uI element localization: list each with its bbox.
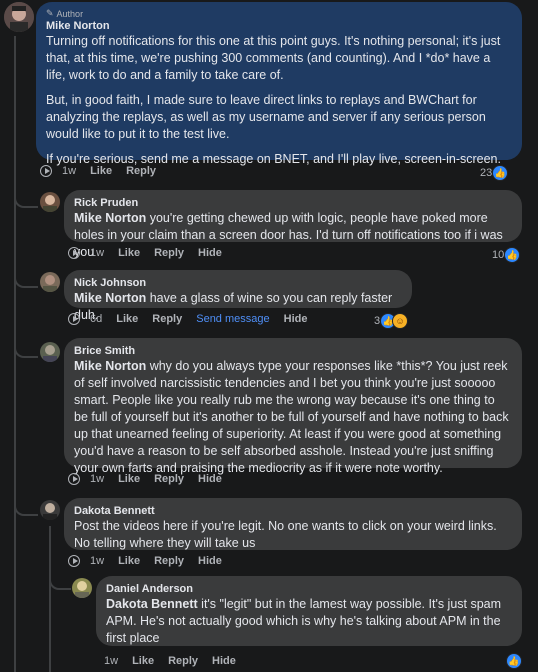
play-icon[interactable] xyxy=(68,555,80,567)
hide-button[interactable]: Hide xyxy=(212,655,236,667)
reply-button[interactable]: Reply xyxy=(154,555,184,567)
avatar[interactable] xyxy=(40,192,60,212)
timestamp[interactable]: 1w xyxy=(90,555,104,567)
thread-branch xyxy=(14,260,38,288)
thread-line-nested xyxy=(49,526,51,672)
comment-actions: 1w Like Reply Hide xyxy=(68,555,236,567)
reply-button[interactable]: Reply xyxy=(126,165,156,177)
comment-bubble: Nick Johnson Mike Norton have a glass of… xyxy=(64,270,412,322)
reaction-count: 23 xyxy=(480,167,493,179)
thread-branch xyxy=(14,330,38,358)
reaction-summary[interactable]: 👍 xyxy=(506,653,522,669)
commenter-name[interactable]: Dakota Bennett xyxy=(74,504,512,518)
reply-button[interactable]: Reply xyxy=(168,655,198,667)
comment-bubble: ✎ Author Mike Norton Turning off notific… xyxy=(36,2,522,166)
comment-text: Post the videos here if you're legit. No… xyxy=(74,519,497,550)
timestamp[interactable]: 6d xyxy=(90,313,102,325)
reply-button[interactable]: Reply xyxy=(154,473,184,485)
timestamp[interactable]: 1w xyxy=(90,247,104,259)
commenter-name[interactable]: Mike Norton xyxy=(46,19,512,33)
hide-button[interactable]: Hide xyxy=(198,555,222,567)
like-button[interactable]: Like xyxy=(118,473,140,485)
commenter-name[interactable]: Daniel Anderson xyxy=(106,582,512,596)
comment-actions: 6d Like Reply Send message Hide xyxy=(68,313,321,325)
mention-link[interactable]: Mike Norton xyxy=(74,211,146,225)
like-button[interactable]: Like xyxy=(90,165,112,177)
reply-button[interactable]: Reply xyxy=(154,247,184,259)
avatar[interactable] xyxy=(40,272,60,292)
like-button[interactable]: Like xyxy=(118,555,140,567)
thread-branch xyxy=(49,570,71,590)
comment-bubble: Brice Smith Mike Norton why do you alway… xyxy=(64,338,522,475)
timestamp[interactable]: 1w xyxy=(90,473,104,485)
hide-button[interactable]: Hide xyxy=(198,247,222,259)
haha-reaction-icon: ☺ xyxy=(392,313,409,329)
hide-button[interactable]: Hide xyxy=(284,313,308,325)
mention-link[interactable]: Mike Norton xyxy=(74,359,146,373)
play-icon[interactable] xyxy=(40,165,52,177)
like-button[interactable]: Like xyxy=(132,655,154,667)
play-icon[interactable] xyxy=(68,247,80,259)
like-button[interactable]: Like xyxy=(118,247,140,259)
comment-bubble: Rick Pruden Mike Norton you're getting c… xyxy=(64,190,522,259)
commenter-name[interactable]: Nick Johnson xyxy=(74,276,402,290)
reaction-summary[interactable]: 3 👍 ☺ xyxy=(374,313,409,329)
comment-text: Turning off notifications for this one a… xyxy=(46,34,501,166)
comment-actions: 1w Like Reply Hide xyxy=(68,247,236,259)
comment-actions: 1w Like Reply Hide xyxy=(68,473,236,485)
comment-bubble: Daniel Anderson Dakota Bennett it's "leg… xyxy=(96,576,522,646)
play-icon[interactable] xyxy=(68,473,80,485)
send-message-link[interactable]: Send message xyxy=(196,313,269,325)
comment-bubble: Dakota Bennett Post the videos here if y… xyxy=(64,498,522,550)
like-reaction-icon: 👍 xyxy=(492,165,509,181)
like-reaction-icon: 👍 xyxy=(506,653,522,669)
avatar[interactable] xyxy=(40,342,60,362)
reaction-summary[interactable]: 10 👍 xyxy=(492,247,521,263)
pen-icon: ✎ xyxy=(46,8,54,18)
comment-actions: 1w Like Reply Hide xyxy=(104,655,250,667)
like-button[interactable]: Like xyxy=(116,313,138,325)
hide-button[interactable]: Hide xyxy=(198,473,222,485)
comment-actions: 1w Like Reply xyxy=(40,165,170,177)
mention-link[interactable]: Dakota Bennett xyxy=(106,597,198,611)
commenter-name[interactable]: Brice Smith xyxy=(74,344,512,358)
reply-button[interactable]: Reply xyxy=(152,313,182,325)
play-icon[interactable] xyxy=(68,313,80,325)
comment-text: Mike Norton why do you always type your … xyxy=(74,359,509,475)
mention-link[interactable]: Mike Norton xyxy=(74,291,146,305)
commenter-name[interactable]: Rick Pruden xyxy=(74,196,512,210)
thread-branch xyxy=(14,488,38,516)
avatar[interactable] xyxy=(40,500,60,520)
reaction-count: 10 xyxy=(492,249,505,261)
reaction-summary[interactable]: 23 👍 xyxy=(480,165,509,181)
comment-text: Dakota Bennett it's "legit" but in the l… xyxy=(106,597,502,645)
timestamp[interactable]: 1w xyxy=(104,655,118,667)
thread-branch xyxy=(14,180,38,208)
author-badge: ✎ Author xyxy=(46,8,84,19)
avatar[interactable] xyxy=(4,2,34,32)
timestamp[interactable]: 1w xyxy=(62,165,76,177)
avatar[interactable] xyxy=(72,578,92,598)
like-reaction-icon: 👍 xyxy=(504,247,521,263)
